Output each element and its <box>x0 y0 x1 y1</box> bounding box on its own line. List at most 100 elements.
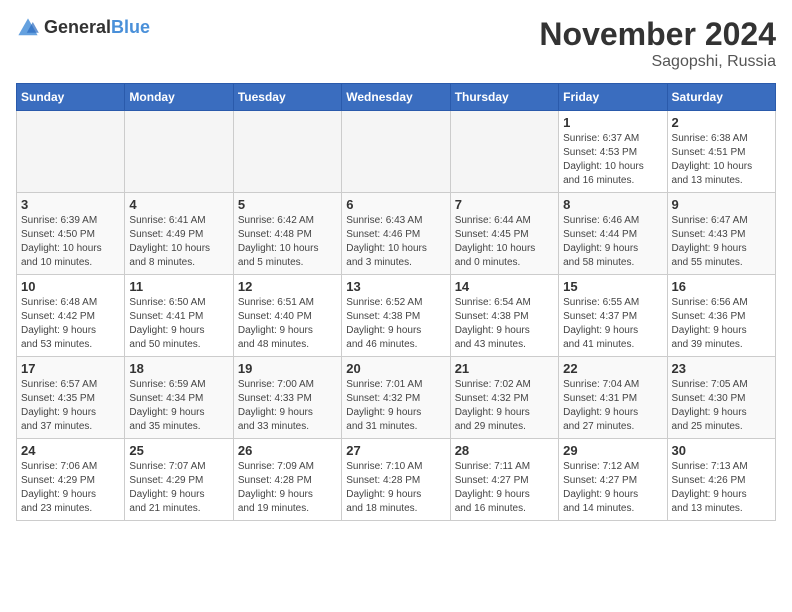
calendar-week-5: 24 Sunrise: 7:06 AM Sunset: 4:29 PM Dayli… <box>17 439 776 521</box>
calendar-cell: 30Sunrise: 7:13 AM Sunset: 4:26 PM Dayli… <box>667 439 775 521</box>
day-number: 7 <box>455 197 554 212</box>
calendar-cell: 9Sunrise: 6:47 AM Sunset: 4:43 PM Daylig… <box>667 193 775 275</box>
column-header-wednesday: Wednesday <box>342 84 450 111</box>
calendar-week-1: 1 Sunrise: 6:37 AM Sunset: 4:53 PM Daylig… <box>17 111 776 193</box>
logo-general: General <box>44 17 111 37</box>
calendar-header-row: SundayMondayTuesdayWednesdayThursdayFrid… <box>17 84 776 111</box>
column-header-monday: Monday <box>125 84 233 111</box>
day-info: Sunrise: 6:55 AM Sunset: 4:37 PM Dayligh… <box>563 296 662 352</box>
day-number: 14 <box>455 279 554 294</box>
calendar-cell: 18 Sunrise: 6:59 AM Sunset: 4:34 PM Dayli… <box>125 357 233 439</box>
day-number: 12 <box>238 279 337 294</box>
calendar-week-4: 17 Sunrise: 6:57 AM Sunset: 4:35 PM Dayli… <box>17 357 776 439</box>
title-section: November 2024 Sagopshi, Russia <box>539 16 776 71</box>
calendar-cell: 29 Sunrise: 7:12 AM Sunset: 4:27 PM Dayli… <box>559 439 667 521</box>
calendar-cell: 5Sunrise: 6:42 AM Sunset: 4:48 PM Daylig… <box>233 193 341 275</box>
calendar-cell <box>450 111 558 193</box>
calendar-cell: 26Sunrise: 7:09 AM Sunset: 4:28 PM Dayli… <box>233 439 341 521</box>
day-number: 25 <box>129 443 228 458</box>
day-info: Sunrise: 7:09 AM Sunset: 4:28 PM Dayligh… <box>238 460 337 516</box>
column-header-tuesday: Tuesday <box>233 84 341 111</box>
calendar-cell: 22 Sunrise: 7:04 AM Sunset: 4:31 PM Dayli… <box>559 357 667 439</box>
calendar-cell: 13 Sunrise: 6:52 AM Sunset: 4:38 PM Dayli… <box>342 275 450 357</box>
day-info: Sunrise: 6:54 AM Sunset: 4:38 PM Dayligh… <box>455 296 554 352</box>
day-info: Sunrise: 6:57 AM Sunset: 4:35 PM Dayligh… <box>21 378 120 434</box>
day-info: Sunrise: 6:41 AM Sunset: 4:49 PM Dayligh… <box>129 214 228 270</box>
day-number: 24 <box>21 443 120 458</box>
column-header-sunday: Sunday <box>17 84 125 111</box>
calendar-cell <box>17 111 125 193</box>
day-info: Sunrise: 6:56 AM Sunset: 4:36 PM Dayligh… <box>672 296 771 352</box>
column-header-saturday: Saturday <box>667 84 775 111</box>
day-info: Sunrise: 6:44 AM Sunset: 4:45 PM Dayligh… <box>455 214 554 270</box>
day-info: Sunrise: 7:12 AM Sunset: 4:27 PM Dayligh… <box>563 460 662 516</box>
calendar-week-2: 3 Sunrise: 6:39 AM Sunset: 4:50 PM Daylig… <box>17 193 776 275</box>
calendar-week-3: 10 Sunrise: 6:48 AM Sunset: 4:42 PM Dayli… <box>17 275 776 357</box>
day-number: 1 <box>563 115 662 130</box>
calendar-cell: 7 Sunrise: 6:44 AM Sunset: 4:45 PM Daylig… <box>450 193 558 275</box>
calendar-cell: 24 Sunrise: 7:06 AM Sunset: 4:29 PM Dayli… <box>17 439 125 521</box>
day-info: Sunrise: 6:52 AM Sunset: 4:38 PM Dayligh… <box>346 296 445 352</box>
day-info: Sunrise: 6:59 AM Sunset: 4:34 PM Dayligh… <box>129 378 228 434</box>
day-info: Sunrise: 7:04 AM Sunset: 4:31 PM Dayligh… <box>563 378 662 434</box>
day-info: Sunrise: 6:50 AM Sunset: 4:41 PM Dayligh… <box>129 296 228 352</box>
calendar-cell: 8 Sunrise: 6:46 AM Sunset: 4:44 PM Daylig… <box>559 193 667 275</box>
day-info: Sunrise: 6:43 AM Sunset: 4:46 PM Dayligh… <box>346 214 445 270</box>
calendar-cell: 6Sunrise: 6:43 AM Sunset: 4:46 PM Daylig… <box>342 193 450 275</box>
day-number: 8 <box>563 197 662 212</box>
calendar-cell: 19 Sunrise: 7:00 AM Sunset: 4:33 PM Dayli… <box>233 357 341 439</box>
calendar-cell <box>125 111 233 193</box>
day-info: Sunrise: 7:01 AM Sunset: 4:32 PM Dayligh… <box>346 378 445 434</box>
calendar-cell: 2Sunrise: 6:38 AM Sunset: 4:51 PM Daylig… <box>667 111 775 193</box>
day-info: Sunrise: 7:02 AM Sunset: 4:32 PM Dayligh… <box>455 378 554 434</box>
day-number: 13 <box>346 279 445 294</box>
day-number: 10 <box>21 279 120 294</box>
day-info: Sunrise: 7:05 AM Sunset: 4:30 PM Dayligh… <box>672 378 771 434</box>
day-number: 18 <box>129 361 228 376</box>
logo-text: GeneralBlue <box>44 18 150 38</box>
day-number: 17 <box>21 361 120 376</box>
column-header-thursday: Thursday <box>450 84 558 111</box>
day-number: 3 <box>21 197 120 212</box>
day-number: 29 <box>563 443 662 458</box>
day-info: Sunrise: 6:38 AM Sunset: 4:51 PM Dayligh… <box>672 132 771 188</box>
day-info: Sunrise: 6:37 AM Sunset: 4:53 PM Dayligh… <box>563 132 662 188</box>
calendar-cell: 15 Sunrise: 6:55 AM Sunset: 4:37 PM Dayli… <box>559 275 667 357</box>
calendar-cell: 23 Sunrise: 7:05 AM Sunset: 4:30 PM Dayli… <box>667 357 775 439</box>
day-info: Sunrise: 6:48 AM Sunset: 4:42 PM Dayligh… <box>21 296 120 352</box>
calendar-cell: 10 Sunrise: 6:48 AM Sunset: 4:42 PM Dayli… <box>17 275 125 357</box>
day-number: 27 <box>346 443 445 458</box>
calendar-cell <box>342 111 450 193</box>
day-info: Sunrise: 7:10 AM Sunset: 4:28 PM Dayligh… <box>346 460 445 516</box>
header: GeneralBlue November 2024 Sagopshi, Russ… <box>16 16 776 71</box>
calendar-cell: 25Sunrise: 7:07 AM Sunset: 4:29 PM Dayli… <box>125 439 233 521</box>
day-number: 19 <box>238 361 337 376</box>
day-info: Sunrise: 7:06 AM Sunset: 4:29 PM Dayligh… <box>21 460 120 516</box>
day-info: Sunrise: 7:11 AM Sunset: 4:27 PM Dayligh… <box>455 460 554 516</box>
day-info: Sunrise: 6:46 AM Sunset: 4:44 PM Dayligh… <box>563 214 662 270</box>
location-title: Sagopshi, Russia <box>539 53 776 71</box>
day-number: 22 <box>563 361 662 376</box>
calendar-table: SundayMondayTuesdayWednesdayThursdayFrid… <box>16 83 776 521</box>
day-number: 9 <box>672 197 771 212</box>
generalblue-icon <box>16 16 40 40</box>
calendar-cell: 11 Sunrise: 6:50 AM Sunset: 4:41 PM Dayli… <box>125 275 233 357</box>
calendar-cell: 21 Sunrise: 7:02 AM Sunset: 4:32 PM Dayli… <box>450 357 558 439</box>
day-number: 28 <box>455 443 554 458</box>
day-number: 21 <box>455 361 554 376</box>
calendar-cell: 12Sunrise: 6:51 AM Sunset: 4:40 PM Dayli… <box>233 275 341 357</box>
day-number: 16 <box>672 279 771 294</box>
day-number: 30 <box>672 443 771 458</box>
day-number: 11 <box>129 279 228 294</box>
calendar-cell: 20Sunrise: 7:01 AM Sunset: 4:32 PM Dayli… <box>342 357 450 439</box>
calendar-cell: 14 Sunrise: 6:54 AM Sunset: 4:38 PM Dayli… <box>450 275 558 357</box>
day-info: Sunrise: 7:00 AM Sunset: 4:33 PM Dayligh… <box>238 378 337 434</box>
calendar-cell: 16 Sunrise: 6:56 AM Sunset: 4:36 PM Dayli… <box>667 275 775 357</box>
day-info: Sunrise: 6:39 AM Sunset: 4:50 PM Dayligh… <box>21 214 120 270</box>
day-number: 23 <box>672 361 771 376</box>
logo-blue: Blue <box>111 17 150 37</box>
day-number: 15 <box>563 279 662 294</box>
logo: GeneralBlue <box>16 16 150 40</box>
calendar-cell: 28 Sunrise: 7:11 AM Sunset: 4:27 PM Dayli… <box>450 439 558 521</box>
calendar-cell: 27 Sunrise: 7:10 AM Sunset: 4:28 PM Dayli… <box>342 439 450 521</box>
